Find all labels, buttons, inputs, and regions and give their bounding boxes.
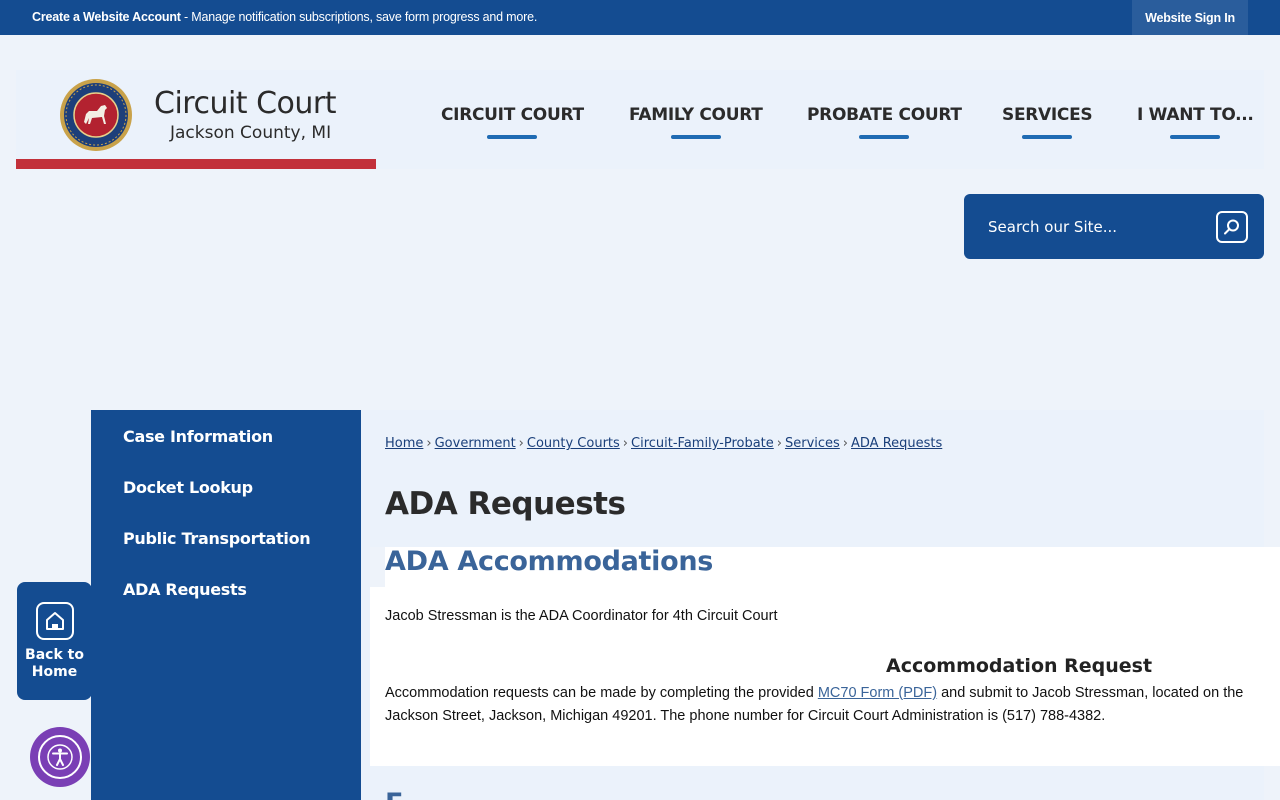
- breadcrumb-separator: ›: [518, 436, 524, 451]
- coordinator-text: Jacob Stressman is the ADA Coordinator f…: [385, 608, 778, 624]
- nav-underline: [1170, 135, 1221, 139]
- sidebar-item-docket-lookup[interactable]: Docket Lookup: [123, 478, 253, 497]
- request-text-end: and submit to Jacob Stressman, located o…: [937, 685, 1244, 701]
- nav-underline: [859, 135, 910, 139]
- home-icon: [46, 612, 64, 630]
- nav-services[interactable]: SERVICES: [1002, 105, 1093, 141]
- mc70-form-link[interactable]: MC70 Form (PDF): [818, 685, 937, 701]
- top-bar: Create a Website Account - Manage notifi…: [0, 0, 1280, 35]
- breadcrumb-services[interactable]: Services: [785, 436, 840, 451]
- nav-label: SERVICES: [1002, 105, 1093, 125]
- search-input[interactable]: [988, 216, 1168, 238]
- logo-accent-bar: [16, 159, 376, 169]
- back-to-home-line1: Back to: [25, 647, 84, 663]
- breadcrumb-circuit-family-probate[interactable]: Circuit-Family-Probate: [631, 436, 774, 451]
- sidebar-nav: Case Information Docket Lookup Public Tr…: [91, 410, 361, 800]
- breadcrumb-separator: ›: [426, 436, 432, 451]
- search-button[interactable]: [1216, 211, 1248, 243]
- nav-label: CIRCUIT COURT: [441, 105, 584, 125]
- account-banner-text: - Manage notification subscriptions, sav…: [180, 10, 538, 24]
- site-search: [964, 194, 1264, 259]
- back-to-home-button[interactable]: Back to Home: [17, 582, 92, 700]
- logo-subtitle: Jackson County, MI: [170, 123, 332, 143]
- home-icon-frame: [36, 602, 74, 640]
- sidebar-item-ada-requests[interactable]: ADA Requests: [123, 580, 247, 599]
- nav-label: FAMILY COURT: [629, 105, 763, 125]
- back-to-home-line2: Home: [31, 664, 78, 680]
- nav-label: PROBATE COURT: [807, 105, 962, 125]
- nav-label: I WANT TO...: [1137, 105, 1254, 125]
- request-text-start: Accommodation requests can be made by co…: [385, 685, 818, 701]
- sign-in-button[interactable]: Website Sign In: [1132, 0, 1248, 35]
- breadcrumb-county-courts[interactable]: County Courts: [527, 436, 620, 451]
- site-header: Circuit Court Jackson County, MI CIRCUIT…: [16, 70, 1264, 169]
- request-text-line2: Jackson Street, Jackson, Michigan 49201.…: [385, 708, 1106, 724]
- sidebar-item-case-information[interactable]: Case Information: [123, 427, 273, 446]
- page-title: ADA Requests: [385, 486, 626, 522]
- create-account-link[interactable]: Create a Website Account: [32, 10, 181, 24]
- logo-title: Circuit Court: [154, 86, 337, 121]
- site-logo[interactable]: Circuit Court Jackson County, MI: [16, 70, 376, 169]
- nav-underline: [670, 135, 721, 139]
- nav-probate-court[interactable]: PROBATE COURT: [807, 105, 962, 141]
- breadcrumb-government[interactable]: Government: [435, 436, 516, 451]
- breadcrumb-ada-requests[interactable]: ADA Requests: [851, 436, 942, 451]
- next-section-heading: F: [385, 788, 403, 800]
- nav-circuit-court[interactable]: CIRCUIT COURT: [441, 105, 584, 141]
- breadcrumb: Home › Government › County Courts › Circuit-Fa…: [385, 436, 942, 451]
- content-panel-notch: [370, 547, 385, 587]
- section-heading: ADA Accommodations: [385, 546, 714, 577]
- breadcrumb-home[interactable]: Home: [385, 436, 423, 451]
- county-seal-icon: [60, 79, 132, 151]
- breadcrumb-separator: ›: [622, 436, 628, 451]
- breadcrumb-separator: ›: [776, 436, 782, 451]
- search-icon: [1224, 219, 1239, 235]
- account-banner: Create a Website Account - Manage notifi…: [32, 10, 537, 24]
- accessibility-icon: [47, 744, 73, 770]
- nav-i-want-to[interactable]: I WANT TO...: [1137, 105, 1254, 141]
- nav-family-court[interactable]: FAMILY COURT: [629, 105, 763, 141]
- sidebar-item-public-transportation[interactable]: Public Transportation: [123, 529, 311, 548]
- request-paragraph: Accommodation requests can be made by co…: [385, 682, 1280, 728]
- request-heading: Accommodation Request: [886, 655, 1153, 677]
- breadcrumb-separator: ›: [842, 436, 848, 451]
- accessibility-ring: [38, 735, 82, 779]
- back-to-home-label: Back to Home: [17, 647, 92, 681]
- nav-underline: [487, 135, 538, 139]
- accessibility-button[interactable]: [30, 727, 90, 787]
- nav-underline: [1022, 135, 1073, 139]
